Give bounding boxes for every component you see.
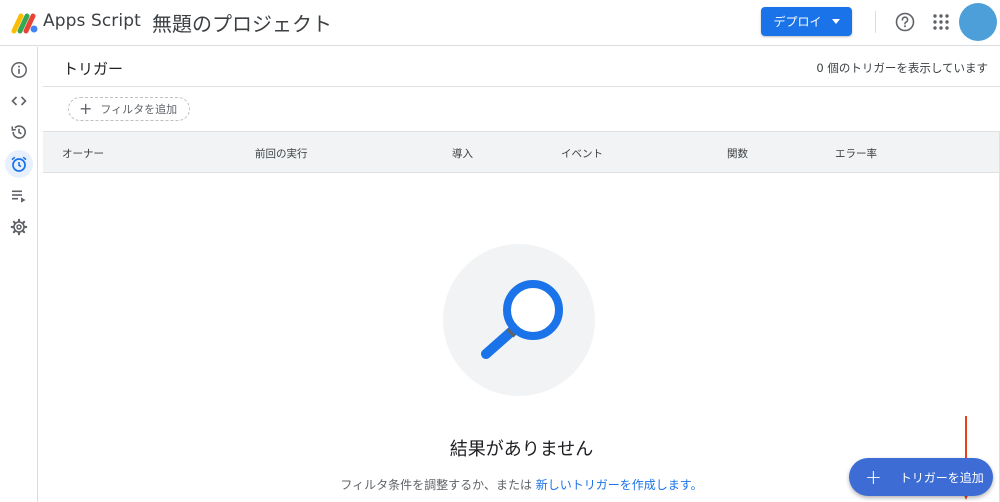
empty-state-illustration: [443, 244, 595, 396]
code-icon: [11, 96, 27, 106]
plus-icon: +: [79, 99, 93, 118]
column-header-event[interactable]: イベント: [561, 146, 603, 161]
column-header-last-run[interactable]: 前回の実行: [255, 146, 308, 161]
rail-item-executions-list[interactable]: [5, 182, 33, 210]
add-trigger-button[interactable]: + トリガーを追加: [849, 458, 993, 496]
playlist-play-icon: [12, 190, 26, 203]
project-title[interactable]: 無題のプロジェクト: [152, 8, 332, 37]
empty-state-title: 結果がありません: [449, 439, 594, 460]
caret-down-icon: [831, 19, 840, 24]
divider: [43, 86, 1000, 87]
triggers-panel: トリガー 0 個のトリガーを表示しています + フィルタを追加 オーナー 前回の…: [43, 47, 1000, 502]
rail-item-editor[interactable]: [5, 87, 33, 115]
deploy-button[interactable]: デプロイ: [761, 7, 852, 36]
column-header-deployment[interactable]: 導入: [452, 146, 473, 161]
app-name: Apps Script: [43, 11, 141, 31]
info-icon: [11, 62, 27, 78]
rail-item-triggers[interactable]: [5, 150, 33, 178]
page-title: トリガー: [63, 60, 124, 78]
add-filter-button[interactable]: + フィルタを追加: [68, 97, 191, 121]
avatar[interactable]: [959, 3, 997, 41]
rail-item-overview[interactable]: [5, 56, 33, 84]
column-header-function[interactable]: 関数: [727, 146, 748, 161]
table-header: オーナー 前回の実行 導入 イベント 関数 エラー率: [43, 131, 1000, 173]
magnifier-icon: [481, 280, 563, 359]
deploy-button-label: デプロイ: [773, 15, 822, 29]
apps-grid-icon[interactable]: [932, 13, 950, 31]
rail-item-executions[interactable]: [5, 118, 33, 146]
gear-icon: [10, 218, 28, 236]
add-filter-label: フィルタを追加: [100, 103, 178, 116]
rail-item-settings[interactable]: [5, 213, 33, 241]
create-trigger-link[interactable]: 新しいトリガーを作成します。: [536, 478, 703, 492]
add-trigger-label: トリガーを追加: [899, 470, 984, 485]
apps-script-logo: [11, 13, 38, 34]
column-header-error-rate[interactable]: エラー率: [835, 146, 877, 161]
help-icon[interactable]: [894, 11, 916, 33]
alarm-clock-icon: [11, 156, 27, 172]
empty-state-hint-text: フィルタ条件を調整するか、または: [340, 478, 536, 492]
column-header-owner[interactable]: オーナー: [62, 146, 104, 161]
left-nav-rail: [0, 47, 38, 502]
top-bar: Apps Script 無題のプロジェクト デプロイ: [0, 0, 1000, 46]
history-icon: [11, 125, 26, 139]
trigger-count-text: 0 個のトリガーを表示しています: [816, 61, 988, 75]
plus-icon: +: [865, 465, 882, 489]
header-divider: [875, 11, 876, 33]
